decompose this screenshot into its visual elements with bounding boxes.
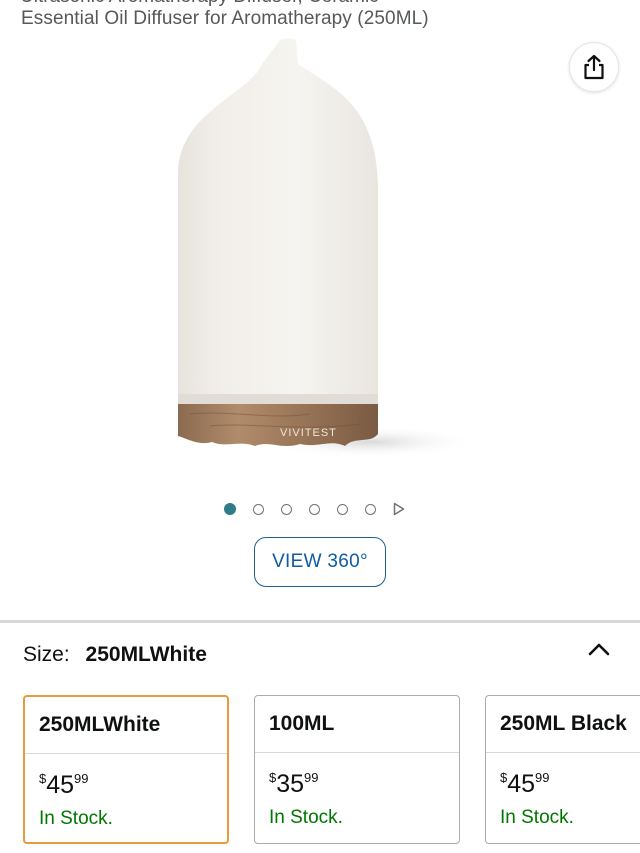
carousel-dot[interactable] [337, 503, 348, 515]
carousel-dot[interactable] [253, 503, 264, 515]
view-360-button[interactable]: VIEW 360° [254, 537, 386, 587]
carousel-dot[interactable] [365, 503, 376, 515]
product-title-area: Ultrasonic Aromatherapy Diffuser, Cerami… [0, 0, 640, 36]
variant-price: $4599 [500, 770, 550, 799]
price-whole: 45 [46, 771, 75, 799]
image-carousel-indicator [224, 500, 405, 518]
carousel-dot[interactable] [224, 503, 236, 515]
carousel-dot[interactable] [309, 503, 320, 515]
carousel-dot[interactable] [281, 503, 292, 515]
variant-option-250ml-black[interactable]: 250ML Black $4599 In Stock. [485, 695, 640, 844]
variant-option-100ml[interactable]: 100ML $3599 In Stock. [254, 695, 460, 844]
product-title-line-partial: Ultrasonic Aromatherapy Diffuser, Cerami… [20, 0, 379, 8]
variant-price: $3599 [269, 770, 319, 799]
size-label: Size: [23, 643, 70, 666]
stock-status: In Stock. [269, 807, 343, 828]
price-whole: 35 [276, 770, 305, 798]
size-selector-header: Size: 250MLWhite [23, 643, 207, 667]
price-fraction: 99 [535, 770, 550, 785]
chevron-up-icon[interactable] [586, 640, 612, 660]
variant-name: 100ML [255, 696, 459, 753]
section-divider [0, 620, 640, 623]
brand-mark: VIVITEST [280, 427, 337, 439]
share-icon [584, 54, 604, 80]
share-button[interactable] [569, 42, 619, 92]
price-whole: 45 [507, 770, 536, 798]
variant-option-250mlwhite[interactable]: 250MLWhite $4599 In Stock. [23, 695, 229, 844]
stock-status: In Stock. [39, 808, 113, 829]
product-image[interactable]: VIVITEST [150, 34, 480, 474]
variant-name: 250MLWhite [25, 697, 227, 754]
variant-name: 250ML Black [486, 696, 640, 753]
play-icon[interactable] [393, 502, 405, 516]
price-fraction: 99 [304, 770, 319, 785]
stock-status: In Stock. [500, 807, 574, 828]
variant-price: $4599 [39, 771, 89, 800]
price-fraction: 99 [74, 771, 89, 786]
size-selected-value: 250MLWhite [85, 643, 207, 666]
product-title: Essential Oil Diffuser for Aromatherapy … [21, 8, 429, 29]
